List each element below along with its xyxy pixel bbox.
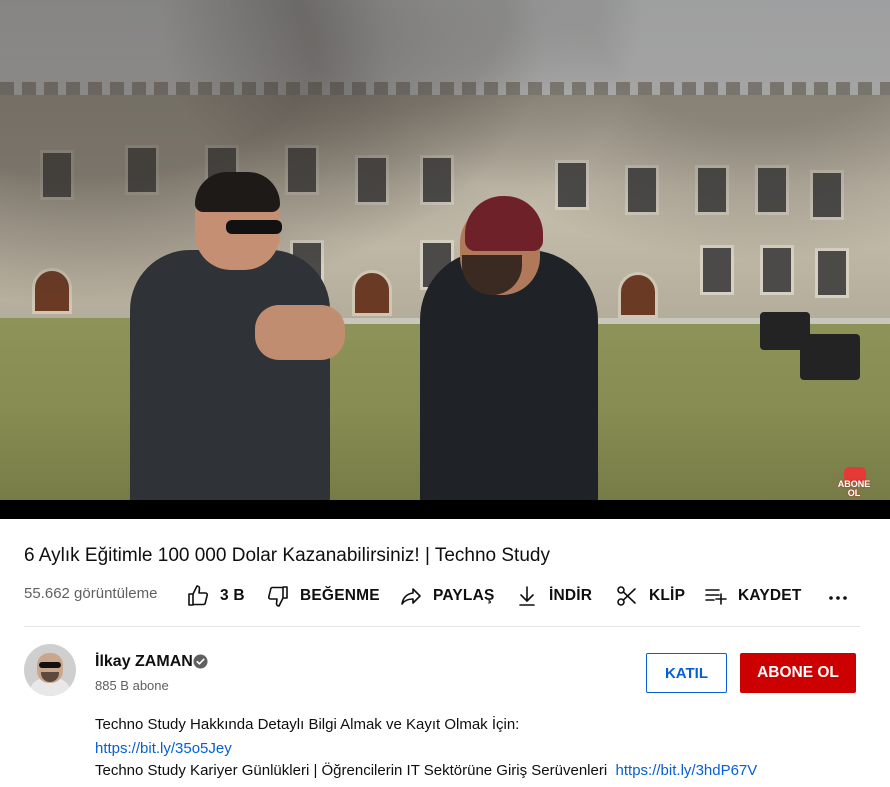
- description-line: Techno Study Kariyer Günlükleri | Öğrenc…: [95, 762, 757, 779]
- share-button[interactable]: PAYLAŞ: [399, 582, 495, 610]
- clip-label: KLİP: [649, 587, 686, 604]
- channel-avatar[interactable]: [24, 644, 76, 696]
- download-icon: [519, 586, 535, 606]
- video-frame[interactable]: ABONE OL: [0, 0, 890, 500]
- download-label: İNDİR: [549, 587, 593, 604]
- sunglasses: [226, 220, 282, 234]
- description-link[interactable]: https://bit.ly/3hdP67V: [616, 762, 758, 779]
- video-title: 6 Aylık Eğitimle 100 000 Dolar Kazanabil…: [24, 545, 550, 566]
- subscriber-count: 885 B abone: [95, 678, 169, 693]
- join-button[interactable]: KATIL: [646, 653, 727, 693]
- person-left-hair: [195, 172, 280, 212]
- description-line: Techno Study Hakkında Detaylı Bilgi Alma…: [95, 716, 520, 733]
- share-icon: [401, 588, 421, 605]
- subscribe-button[interactable]: ABONE OL: [740, 653, 856, 693]
- person-left-hands: [255, 305, 345, 360]
- like-count: 3 B: [220, 587, 245, 604]
- playlist-add-icon: [705, 589, 727, 605]
- scissors-icon: [617, 586, 636, 606]
- view-count: 55.662 görüntüleme: [24, 585, 158, 602]
- like-button[interactable]: 3 B: [186, 582, 245, 610]
- more-horizontal-icon[interactable]: [826, 585, 850, 609]
- description-text: Techno Study Kariyer Günlükleri | Öğrenc…: [95, 762, 608, 779]
- video-player[interactable]: ABONE OL: [0, 0, 890, 519]
- lawn-chair: [800, 334, 860, 380]
- dislike-label: BEĞENME: [300, 587, 380, 604]
- share-label: PAYLAŞ: [433, 587, 495, 604]
- watermark-line2: OL: [847, 488, 861, 498]
- section-divider: [24, 626, 860, 627]
- save-button[interactable]: KAYDET: [704, 582, 802, 610]
- download-button[interactable]: İNDİR: [515, 582, 592, 610]
- clip-button[interactable]: KLİP: [615, 582, 685, 610]
- description-link[interactable]: https://bit.ly/35o5Jey: [95, 740, 232, 757]
- thumbs-up-icon: [188, 585, 209, 606]
- verified-check-icon: [193, 654, 208, 669]
- save-label: KAYDET: [738, 587, 802, 604]
- person-left-coat: [130, 250, 330, 500]
- subscribe-watermark[interactable]: ABONE OL: [834, 467, 874, 499]
- dislike-button[interactable]: BEĞENME: [266, 582, 380, 610]
- thumbs-down-icon: [267, 586, 288, 607]
- channel-name[interactable]: İlkay ZAMAN: [95, 653, 193, 671]
